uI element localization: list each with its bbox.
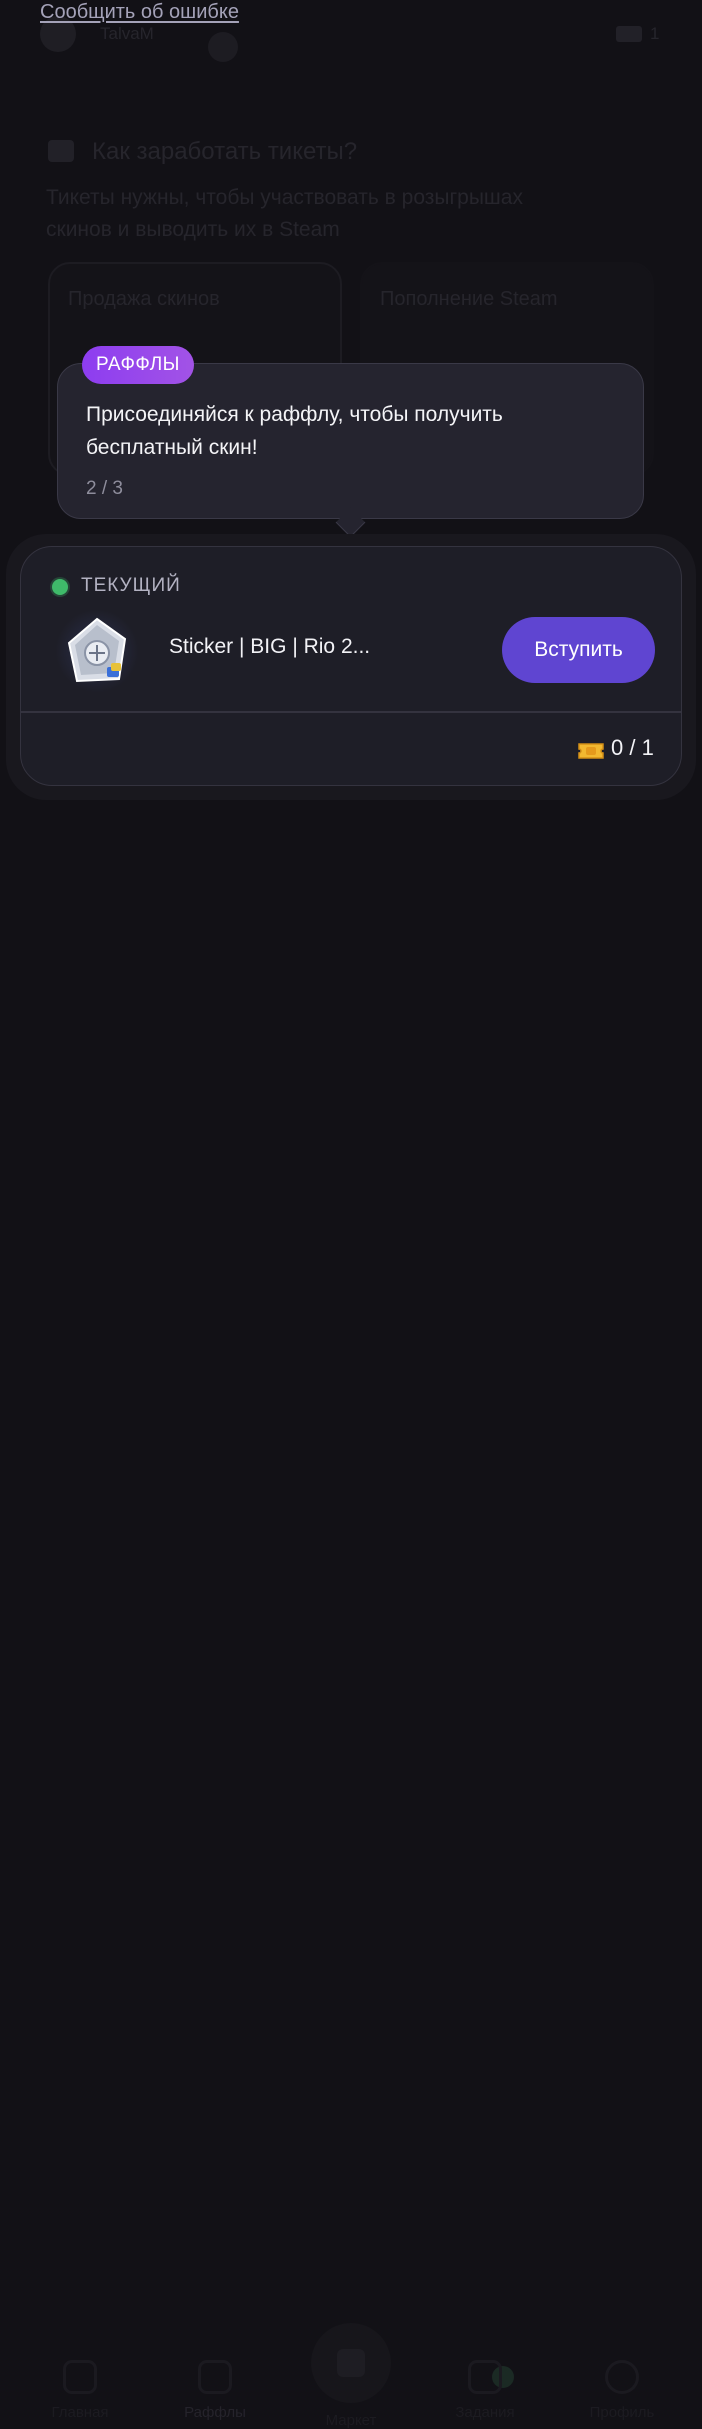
nav-item-market: Маркет: [291, 2412, 411, 2429]
ticket-balance-icon: [616, 26, 642, 42]
tooltip-badge: РАФФЛЫ: [82, 346, 194, 384]
username: TalvaM: [100, 24, 154, 43]
item-image: [55, 609, 139, 693]
nav-label: Задания: [455, 2404, 515, 2421]
home-icon: [63, 2360, 97, 2394]
nav-item-tasks: Задания: [425, 2360, 545, 2421]
nav-item-profile: Профиль: [562, 2360, 682, 2421]
sticker-icon: [67, 617, 127, 683]
onboarding-tooltip: Присоединяйся к раффлу, чтобы получить б…: [57, 363, 644, 519]
status-label: ТЕКУЩИЙ: [81, 575, 181, 596]
nav-label: Маркет: [325, 2412, 377, 2429]
status-dot: [52, 579, 68, 595]
gamepad-icon: [198, 2360, 232, 2394]
market-icon: [337, 2349, 365, 2377]
section-heading: Как заработать тикеты?: [92, 138, 358, 165]
bottom-navigation: Главная Раффлы Маркет Задания Профиль: [0, 1160, 702, 2429]
tasks-icon: [468, 2360, 502, 2394]
ticket-balance: 1: [650, 24, 660, 43]
divider: [21, 711, 681, 713]
ticket-count: 0 / 1: [611, 735, 654, 760]
section-description-line2: скинов и выводить их в Steam: [46, 218, 340, 241]
nav-item-home: Главная: [20, 2360, 140, 2421]
report-bug-link[interactable]: Сообщить об ошибке: [40, 0, 239, 24]
ticket-icon: [48, 140, 74, 162]
online-indicator: [208, 32, 238, 62]
profile-icon: [605, 2360, 639, 2394]
tooltip-text: Присоединяйся к раффлу, чтобы получить б…: [86, 403, 503, 459]
join-raffle-button[interactable]: Вступить: [502, 617, 655, 683]
item-name: Sticker | BIG | Rio 2...: [169, 635, 371, 658]
ticket-icon: [578, 743, 604, 759]
raffle-card[interactable]: ТЕКУЩИЙ Sticker | BIG | Rio 2... Вступит…: [20, 546, 682, 786]
earn-card-label: Пополнение Steam: [380, 288, 558, 310]
nav-label: Профиль: [589, 2404, 655, 2421]
section-description-line1: Тикеты нужны, чтобы участвовать в розыгр…: [46, 186, 523, 209]
nav-label: Главная: [51, 2404, 109, 2421]
nav-center-button: [311, 2323, 391, 2403]
earn-card-label: Продажа скинов: [68, 288, 220, 310]
nav-item-raffles: Раффлы: [155, 2360, 275, 2421]
tooltip-step-counter: 2 / 3: [86, 478, 123, 499]
nav-label: Раффлы: [184, 2404, 246, 2421]
